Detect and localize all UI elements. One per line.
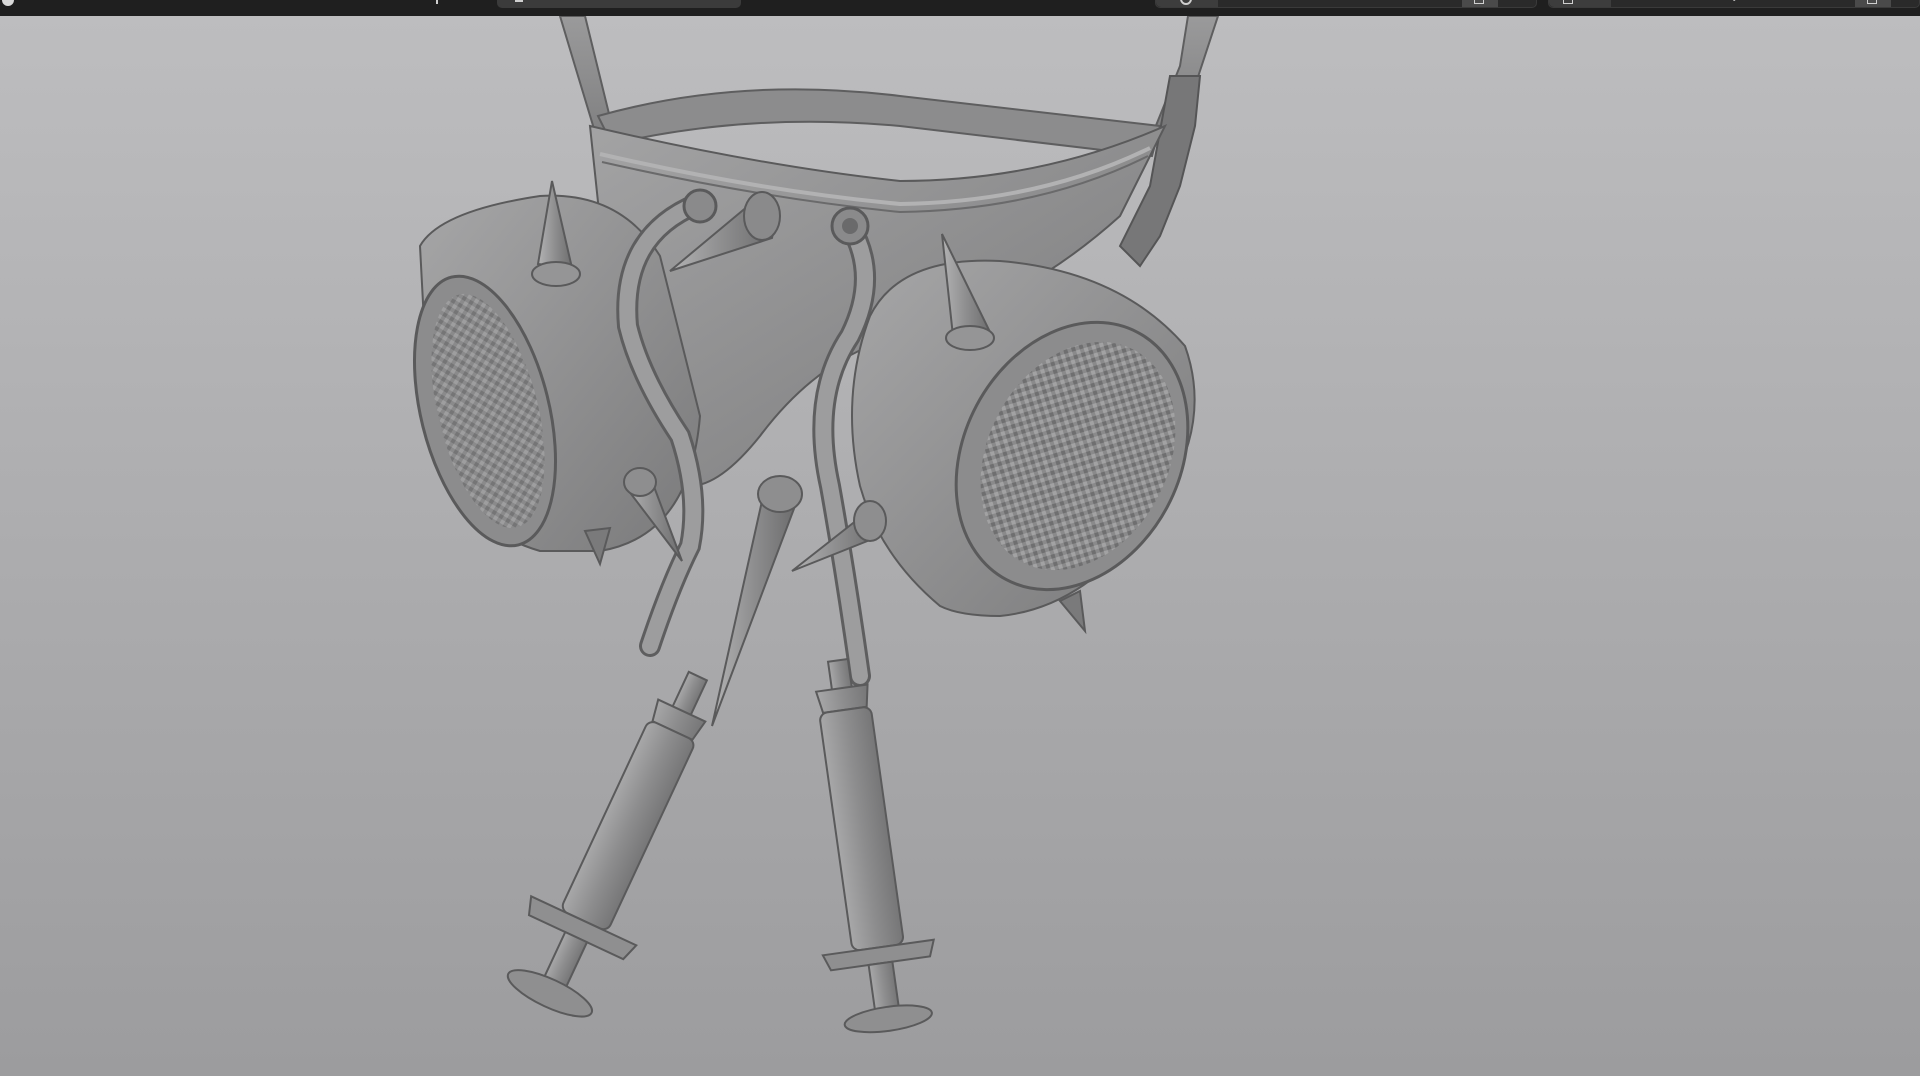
right-canister: [851, 233, 1196, 635]
gas-mask-model[interactable]: [0, 16, 1920, 1076]
layer-icon: [1563, 0, 1573, 4]
view-field[interactable]: [1155, 0, 1537, 8]
right-syringe: [814, 657, 936, 1034]
search-icon: [515, 0, 523, 2]
refresh-icon: [1180, 0, 1192, 5]
3d-viewport[interactable]: [0, 16, 1920, 1076]
view-segment-left[interactable]: [1156, 0, 1218, 7]
layer-field-text: y: [1733, 0, 1738, 2]
layer-segment-right[interactable]: [1855, 0, 1891, 7]
layer-segment-left[interactable]: [1549, 0, 1611, 7]
move-icon[interactable]: [436, 0, 438, 4]
menu-icon[interactable]: [2, 0, 14, 6]
left-syringe: [506, 670, 709, 1018]
panel-icon: [1474, 0, 1484, 4]
panel-icon: [1867, 0, 1877, 4]
app-window: y: [0, 0, 1920, 1076]
toolbar-search-field[interactable]: [497, 0, 741, 8]
view-segment-right[interactable]: [1462, 0, 1498, 7]
top-toolbar: y: [0, 0, 1920, 16]
layer-field[interactable]: y: [1548, 0, 1920, 8]
